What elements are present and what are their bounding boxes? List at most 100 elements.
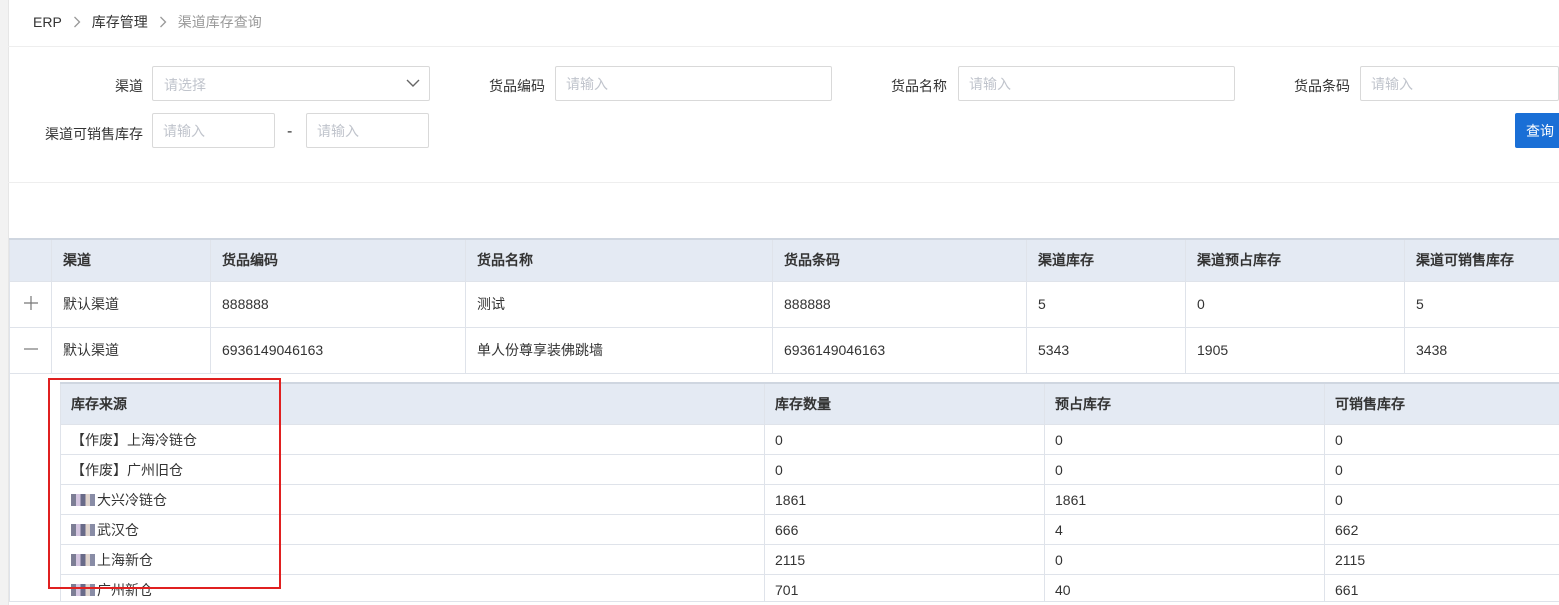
table-header-row: 渠道 货品编码 货品名称 货品条码 渠道库存 渠道预占库存 渠道可销售库存: [9, 238, 1559, 282]
redacted-mask: [71, 493, 95, 506]
cell-barcode: 888888: [772, 280, 1027, 328]
sku-code-label: 货品编码: [489, 78, 545, 94]
column-header: 货品名称: [465, 238, 773, 282]
source-name: 上海新仓: [97, 551, 153, 568]
subtable-header-row: 库存来源 库存数量 预占库存 可销售库存: [60, 381, 1559, 425]
redacted-mask: [71, 583, 95, 596]
source-name: 武汉仓: [97, 521, 139, 538]
cell-reserved: 0: [1044, 454, 1325, 485]
sku-name-label: 货品名称: [891, 78, 947, 94]
cell-sellable: 0: [1324, 454, 1559, 485]
cell-source: 武汉仓: [60, 514, 765, 545]
breadcrumb-erp[interactable]: ERP: [33, 14, 62, 30]
divider: [8, 182, 1559, 183]
cell-qty: 2115: [764, 544, 1045, 575]
cell-sellable: 5: [1404, 280, 1559, 328]
cell-reserved: 0: [1044, 424, 1325, 455]
column-header: 渠道预占库存: [1185, 238, 1405, 282]
cell-source: 上海新仓: [60, 544, 765, 575]
cell-stock: 5343: [1026, 326, 1186, 374]
cell-qty: 701: [764, 574, 1045, 600]
list-item: 广州新仓 701 40 661: [60, 574, 1559, 600]
sellable-range-label: 渠道可销售库存: [45, 126, 143, 142]
left-edge-strip: [0, 0, 9, 605]
minus-icon[interactable]: [23, 341, 39, 357]
cell-name: 单人份尊享装佛跳墙: [465, 326, 773, 374]
expand-cell[interactable]: [9, 326, 52, 374]
chevron-right-icon: [159, 16, 167, 28]
column-header: 库存数量: [764, 381, 1045, 425]
expanded-detail-row: 库存来源 库存数量 预占库存 可销售库存 【作废】上海冷链仓 0 0 0 【作废…: [9, 372, 1559, 602]
redacted-mask: [71, 553, 95, 566]
column-header: 渠道可销售库存: [1404, 238, 1559, 282]
cell-reserved: 4: [1044, 514, 1325, 545]
cell-sellable: 2115: [1324, 544, 1559, 575]
cell-sellable: 0: [1324, 484, 1559, 515]
query-button[interactable]: 查询: [1515, 113, 1559, 148]
divider: [8, 46, 1559, 47]
list-item: 【作废】广州旧仓 0 0 0: [60, 454, 1559, 485]
barcode-label: 货品条码: [1294, 78, 1350, 94]
column-header: 渠道: [51, 238, 211, 282]
breadcrumb: ERP 库存管理 渠道库存查询: [33, 12, 262, 32]
cell-source: 【作废】上海冷链仓: [60, 424, 765, 455]
source-name: 大兴冷链仓: [97, 491, 167, 508]
source-name: 【作废】上海冷链仓: [71, 431, 197, 448]
stock-source-table: 库存来源 库存数量 预占库存 可销售库存 【作废】上海冷链仓 0 0 0 【作废…: [60, 381, 1559, 600]
sellable-max-input[interactable]: [306, 113, 429, 148]
chevron-down-icon: [405, 75, 421, 94]
redacted-mask: [71, 523, 95, 536]
plus-icon[interactable]: [23, 295, 39, 311]
source-name: 【作废】广州旧仓: [71, 461, 183, 478]
table-row: 默认渠道 888888 测试 888888 5 0 5: [9, 280, 1559, 328]
expand-column-header: [9, 238, 52, 282]
list-item: 上海新仓 2115 0 2115: [60, 544, 1559, 575]
cell-source: 广州新仓: [60, 574, 765, 600]
cell-source: 大兴冷链仓: [60, 484, 765, 515]
sku-code-input[interactable]: [555, 66, 832, 101]
cell-reserved: 1861: [1044, 484, 1325, 515]
channel-inventory-table: 渠道 货品编码 货品名称 货品条码 渠道库存 渠道预占库存 渠道可销售库存 默认…: [9, 238, 1559, 602]
column-header: 渠道库存: [1026, 238, 1186, 282]
column-header: 库存来源: [60, 381, 765, 425]
channel-select-placeholder: 请选择: [164, 77, 206, 93]
cell-channel: 默认渠道: [51, 280, 211, 328]
cell-sellable: 3438: [1404, 326, 1559, 374]
range-separator: -: [287, 123, 293, 140]
sellable-min-input[interactable]: [152, 113, 275, 148]
cell-qty: 0: [764, 454, 1045, 485]
cell-qty: 0: [764, 424, 1045, 455]
cell-barcode: 6936149046163: [772, 326, 1027, 374]
list-item: 大兴冷链仓 1861 1861 0: [60, 484, 1559, 515]
cell-stock: 5: [1026, 280, 1186, 328]
channel-label: 渠道: [115, 78, 143, 94]
channel-select[interactable]: 请选择: [152, 66, 430, 101]
cell-qty: 1861: [764, 484, 1045, 515]
cell-code: 6936149046163: [210, 326, 466, 374]
sku-name-input[interactable]: [958, 66, 1235, 101]
cell-reserved: 0: [1044, 544, 1325, 575]
column-header: 预占库存: [1044, 381, 1325, 425]
expand-cell[interactable]: [9, 280, 52, 328]
expanded-detail-cell: 库存来源 库存数量 预占库存 可销售库存 【作废】上海冷链仓 0 0 0 【作废…: [9, 372, 1559, 602]
barcode-input[interactable]: [1360, 66, 1559, 101]
cell-source: 【作废】广州旧仓: [60, 454, 765, 485]
list-item: 【作废】上海冷链仓 0 0 0: [60, 424, 1559, 455]
cell-name: 测试: [465, 280, 773, 328]
cell-sellable: 662: [1324, 514, 1559, 545]
cell-channel: 默认渠道: [51, 326, 211, 374]
column-header: 货品条码: [772, 238, 1027, 282]
list-item: 武汉仓 666 4 662: [60, 514, 1559, 545]
chevron-right-icon: [73, 16, 81, 28]
cell-code: 888888: [210, 280, 466, 328]
column-header: 货品编码: [210, 238, 466, 282]
breadcrumb-inventory[interactable]: 库存管理: [92, 12, 148, 32]
cell-sellable: 0: [1324, 424, 1559, 455]
cell-reserved: 1905: [1185, 326, 1405, 374]
cell-reserved: 40: [1044, 574, 1325, 600]
cell-sellable: 661: [1324, 574, 1559, 600]
column-header: 可销售库存: [1324, 381, 1559, 425]
table-row: 默认渠道 6936149046163 单人份尊享装佛跳墙 69361490461…: [9, 326, 1559, 374]
breadcrumb-current: 渠道库存查询: [177, 14, 262, 30]
cell-qty: 666: [764, 514, 1045, 545]
